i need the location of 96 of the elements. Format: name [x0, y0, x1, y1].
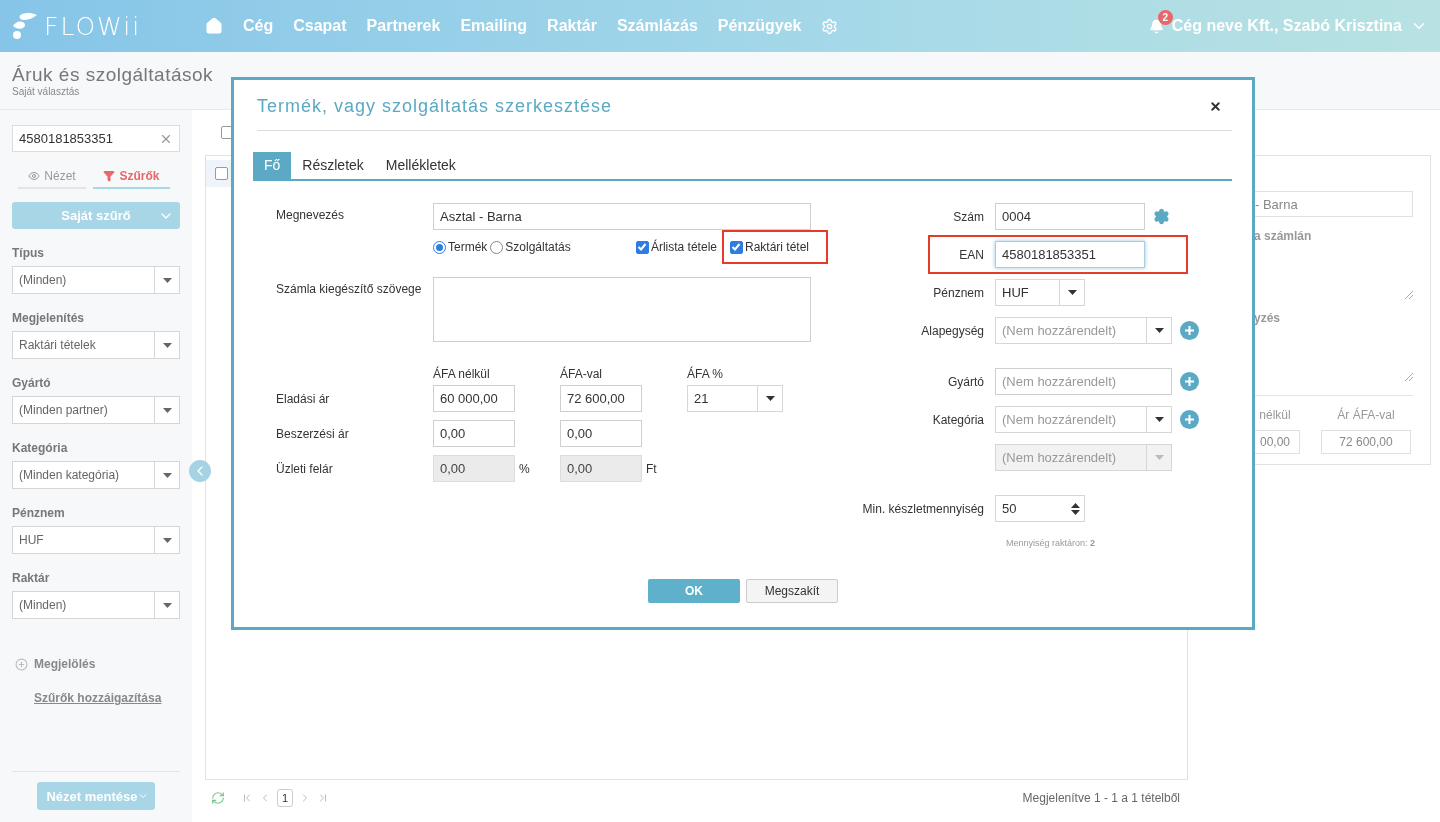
field-label: Üzleti felár [276, 461, 334, 476]
column-header: Ár ÁFA-val [1336, 408, 1396, 422]
column-header: ÁFA nélkül [433, 367, 491, 381]
field-label: Beszerzési ár [276, 426, 350, 441]
name-input[interactable]: Asztal - Barna [433, 203, 811, 230]
price-input[interactable]: 0,00 [560, 420, 642, 447]
checkbox[interactable] [729, 240, 743, 254]
row-checkbox[interactable] [215, 167, 228, 180]
vat-dropdown[interactable]: 21 [687, 385, 783, 412]
add-icon[interactable] [1180, 321, 1199, 340]
resize-grip-icon [1405, 373, 1413, 381]
dialog-tab[interactable]: Részletek [291, 152, 375, 179]
name-field[interactable]: - Barna [1254, 191, 1413, 217]
caret-icon [1154, 328, 1164, 333]
page-number[interactable]: 1 [277, 789, 294, 807]
refresh-icon[interactable] [211, 791, 225, 805]
unit-label: % [518, 461, 531, 476]
mark-label[interactable]: Megjelölés [34, 657, 96, 671]
field-label: yzés [1254, 311, 1282, 325]
unit-label: Ft [645, 461, 658, 476]
caret-icon [162, 537, 172, 543]
caret-icon [1154, 417, 1164, 422]
add-circle-icon[interactable] [15, 657, 28, 671]
price-input[interactable]: 60 000,00 [433, 385, 515, 412]
caret-icon [162, 342, 172, 348]
filter-dropdown[interactable]: Raktári tételek [12, 331, 180, 359]
close-button[interactable] [1209, 99, 1222, 113]
filter-dropdown[interactable]: HUF [12, 526, 180, 554]
adjust-filters-link[interactable]: Szűrők hozzáigazítása [34, 691, 180, 705]
checkbox-option[interactable]: Árlista tétele [635, 240, 717, 254]
field-label: Gyártó [948, 374, 984, 389]
stock-quantity-hint: Mennyiség raktáron: 2 [1006, 538, 1097, 548]
checkbox[interactable] [635, 240, 649, 254]
filter-label: Raktár [12, 571, 51, 585]
collapse-sidebar-button[interactable] [189, 460, 211, 482]
add-icon[interactable] [1180, 410, 1199, 429]
eye-icon [28, 170, 41, 182]
caret-icon [162, 407, 172, 413]
pagination-summary: Megjelenítve 1 - 1 a 1 tételből [1022, 791, 1181, 805]
notification-bell-icon[interactable] [1148, 18, 1164, 34]
settings-icon[interactable] [821, 17, 839, 35]
dialog-tab[interactable]: Mellékletek [374, 152, 467, 179]
home-icon[interactable] [205, 17, 223, 35]
text-input[interactable]: 4580181853351 [995, 241, 1145, 268]
field-label: Kategória [932, 412, 984, 427]
caret-icon [162, 277, 172, 283]
checkbox-option[interactable]: Raktári tétel [729, 240, 809, 254]
column-header: ÁFA-val [560, 367, 603, 381]
type-radio[interactable]: Szolgáltatás [490, 240, 571, 254]
field-label: Min. készletmennyiség [862, 501, 984, 516]
dropdown[interactable]: HUF [995, 279, 1085, 306]
field-label: Eladási ár [276, 391, 331, 406]
price-input[interactable]: 72 600,00 [560, 385, 642, 412]
radio-button[interactable] [490, 240, 504, 254]
filter-label: Pénznem [12, 506, 66, 520]
field-label: Pénznem [933, 285, 984, 300]
cancel-button[interactable]: Megszakít [746, 579, 838, 603]
radio-button[interactable] [433, 240, 446, 254]
filter-dropdown[interactable]: (Minden) [12, 591, 180, 619]
field-label: Megnevezés [276, 207, 346, 224]
filter-label: Gyártó [12, 376, 52, 390]
filter-label: Kategória [12, 441, 69, 455]
column-header: ÁFA % [687, 367, 725, 381]
caret-icon [162, 472, 172, 478]
resize-grip-icon [1405, 291, 1413, 299]
field-label: Szám [953, 209, 984, 224]
price-field[interactable]: 72 600,00 [1321, 430, 1411, 454]
field-label: EAN [959, 247, 984, 262]
type-radio[interactable]: Termék [433, 240, 488, 254]
invoice-text-area[interactable] [433, 277, 811, 342]
price-input[interactable]: 0,00 [433, 420, 515, 447]
page-title: Áruk és szolgáltatások [12, 64, 215, 86]
number-input[interactable]: 50 [995, 495, 1085, 522]
logo-icon [12, 12, 38, 40]
notification-count: 2 [1157, 9, 1173, 25]
add-icon[interactable] [1180, 372, 1199, 391]
caret-icon [162, 602, 172, 608]
caret-icon [1067, 290, 1077, 295]
filter-label: Típus [12, 246, 45, 260]
text-input[interactable]: 0004 [995, 203, 1145, 230]
field-label: Számla kiegészítő szövege [276, 281, 423, 298]
filter-icon [103, 170, 116, 182]
search-field[interactable]: 4580181853351 [12, 125, 180, 152]
logo-text: FLOWii [44, 11, 142, 41]
filter-dropdown[interactable]: (Minden) [12, 266, 180, 294]
column-header: nélkül [1258, 408, 1292, 422]
settings-icon[interactable] [1153, 208, 1170, 225]
filter-dropdown[interactable]: (Minden kategória) [12, 461, 180, 489]
caret-icon [1154, 455, 1164, 460]
page-subtitle: Saját választás [12, 86, 81, 97]
first-page-icon[interactable] [241, 792, 253, 804]
filter-dropdown[interactable]: (Minden partner) [12, 396, 180, 424]
field-label: Alapegység [921, 323, 984, 338]
dialog-title: Termék, vagy szolgáltatás szerkesztése [257, 95, 613, 117]
filter-label: Megjelenítés [12, 311, 86, 325]
caret-icon [765, 396, 775, 401]
